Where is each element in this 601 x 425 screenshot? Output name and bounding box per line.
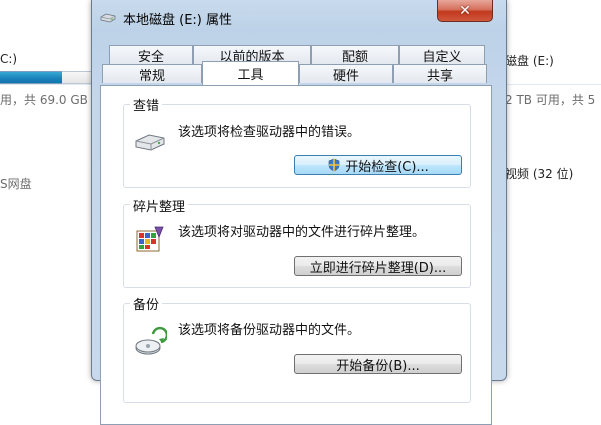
drive-e-label[interactable]: 磁盘 (E:) bbox=[505, 52, 554, 69]
defrag-icon bbox=[136, 226, 164, 252]
shield-icon bbox=[328, 158, 340, 172]
close-button[interactable]: ✕ bbox=[437, 0, 493, 22]
defrag-now-button[interactable]: 立即进行碎片整理(D)... bbox=[294, 256, 462, 276]
drive-c-usage-bar-empty bbox=[62, 71, 92, 84]
disk-check-icon bbox=[135, 134, 165, 151]
defrag-title: 碎片整理 bbox=[130, 196, 189, 215]
drive-icon bbox=[100, 13, 116, 23]
start-check-button[interactable]: 开始检查(C)... bbox=[294, 155, 462, 175]
tab-general[interactable]: 常规 bbox=[102, 64, 202, 84]
backup-title: 备份 bbox=[130, 294, 163, 313]
network-drive-label[interactable]: S网盘 bbox=[0, 175, 32, 192]
backup-description: 该选项将备份驱动器中的文件。 bbox=[178, 323, 361, 338]
tab-quota[interactable]: 配额 bbox=[311, 45, 399, 65]
error-check-description: 该选项将检查驱动器中的错误。 bbox=[178, 125, 361, 140]
tab-strip: 安全 以前的版本 配额 自定义 常规 工具 硬件 共享 查错 该选项将检查驱动器… bbox=[100, 43, 492, 425]
tab-tools[interactable]: 工具 bbox=[202, 61, 299, 85]
properties-dialog: 本地磁盘 (E:) 属性 ✕ 安全 以前的版本 配额 自定义 常规 工具 硬件 … bbox=[91, 0, 507, 425]
error-check-group bbox=[123, 104, 471, 188]
backup-group bbox=[123, 303, 471, 403]
drive-c-usage-bar bbox=[0, 71, 63, 84]
close-icon: ✕ bbox=[459, 2, 471, 19]
tab-sharing[interactable]: 共享 bbox=[393, 64, 487, 84]
defrag-description: 该选项将对驱动器中的文件进行碎片整理。 bbox=[178, 225, 426, 240]
dialog-title: 本地磁盘 (E:) 属性 bbox=[123, 13, 233, 28]
tab-customize[interactable]: 自定义 bbox=[399, 45, 485, 65]
video-folder-label[interactable]: 视频 (32 位) bbox=[505, 165, 573, 182]
tab-security[interactable]: 安全 bbox=[109, 45, 193, 65]
drive-c-free-text: 用，共 69.0 GB bbox=[0, 93, 88, 107]
start-check-label: 开始检查(C)... bbox=[345, 159, 429, 175]
drive-e-free-text: 2 TB 可用，共 5 bbox=[505, 93, 596, 107]
tools-panel: 查错 该选项将检查驱动器中的错误。 开始检查(C)... 碎片整理 该选项将对驱… bbox=[100, 85, 492, 425]
error-check-title: 查错 bbox=[130, 95, 163, 114]
backup-icon bbox=[135, 326, 167, 355]
drive-c-label[interactable]: C:) bbox=[0, 52, 17, 66]
tab-hardware[interactable]: 硬件 bbox=[299, 64, 393, 84]
start-backup-button[interactable]: 开始备份(B)... bbox=[294, 354, 462, 374]
